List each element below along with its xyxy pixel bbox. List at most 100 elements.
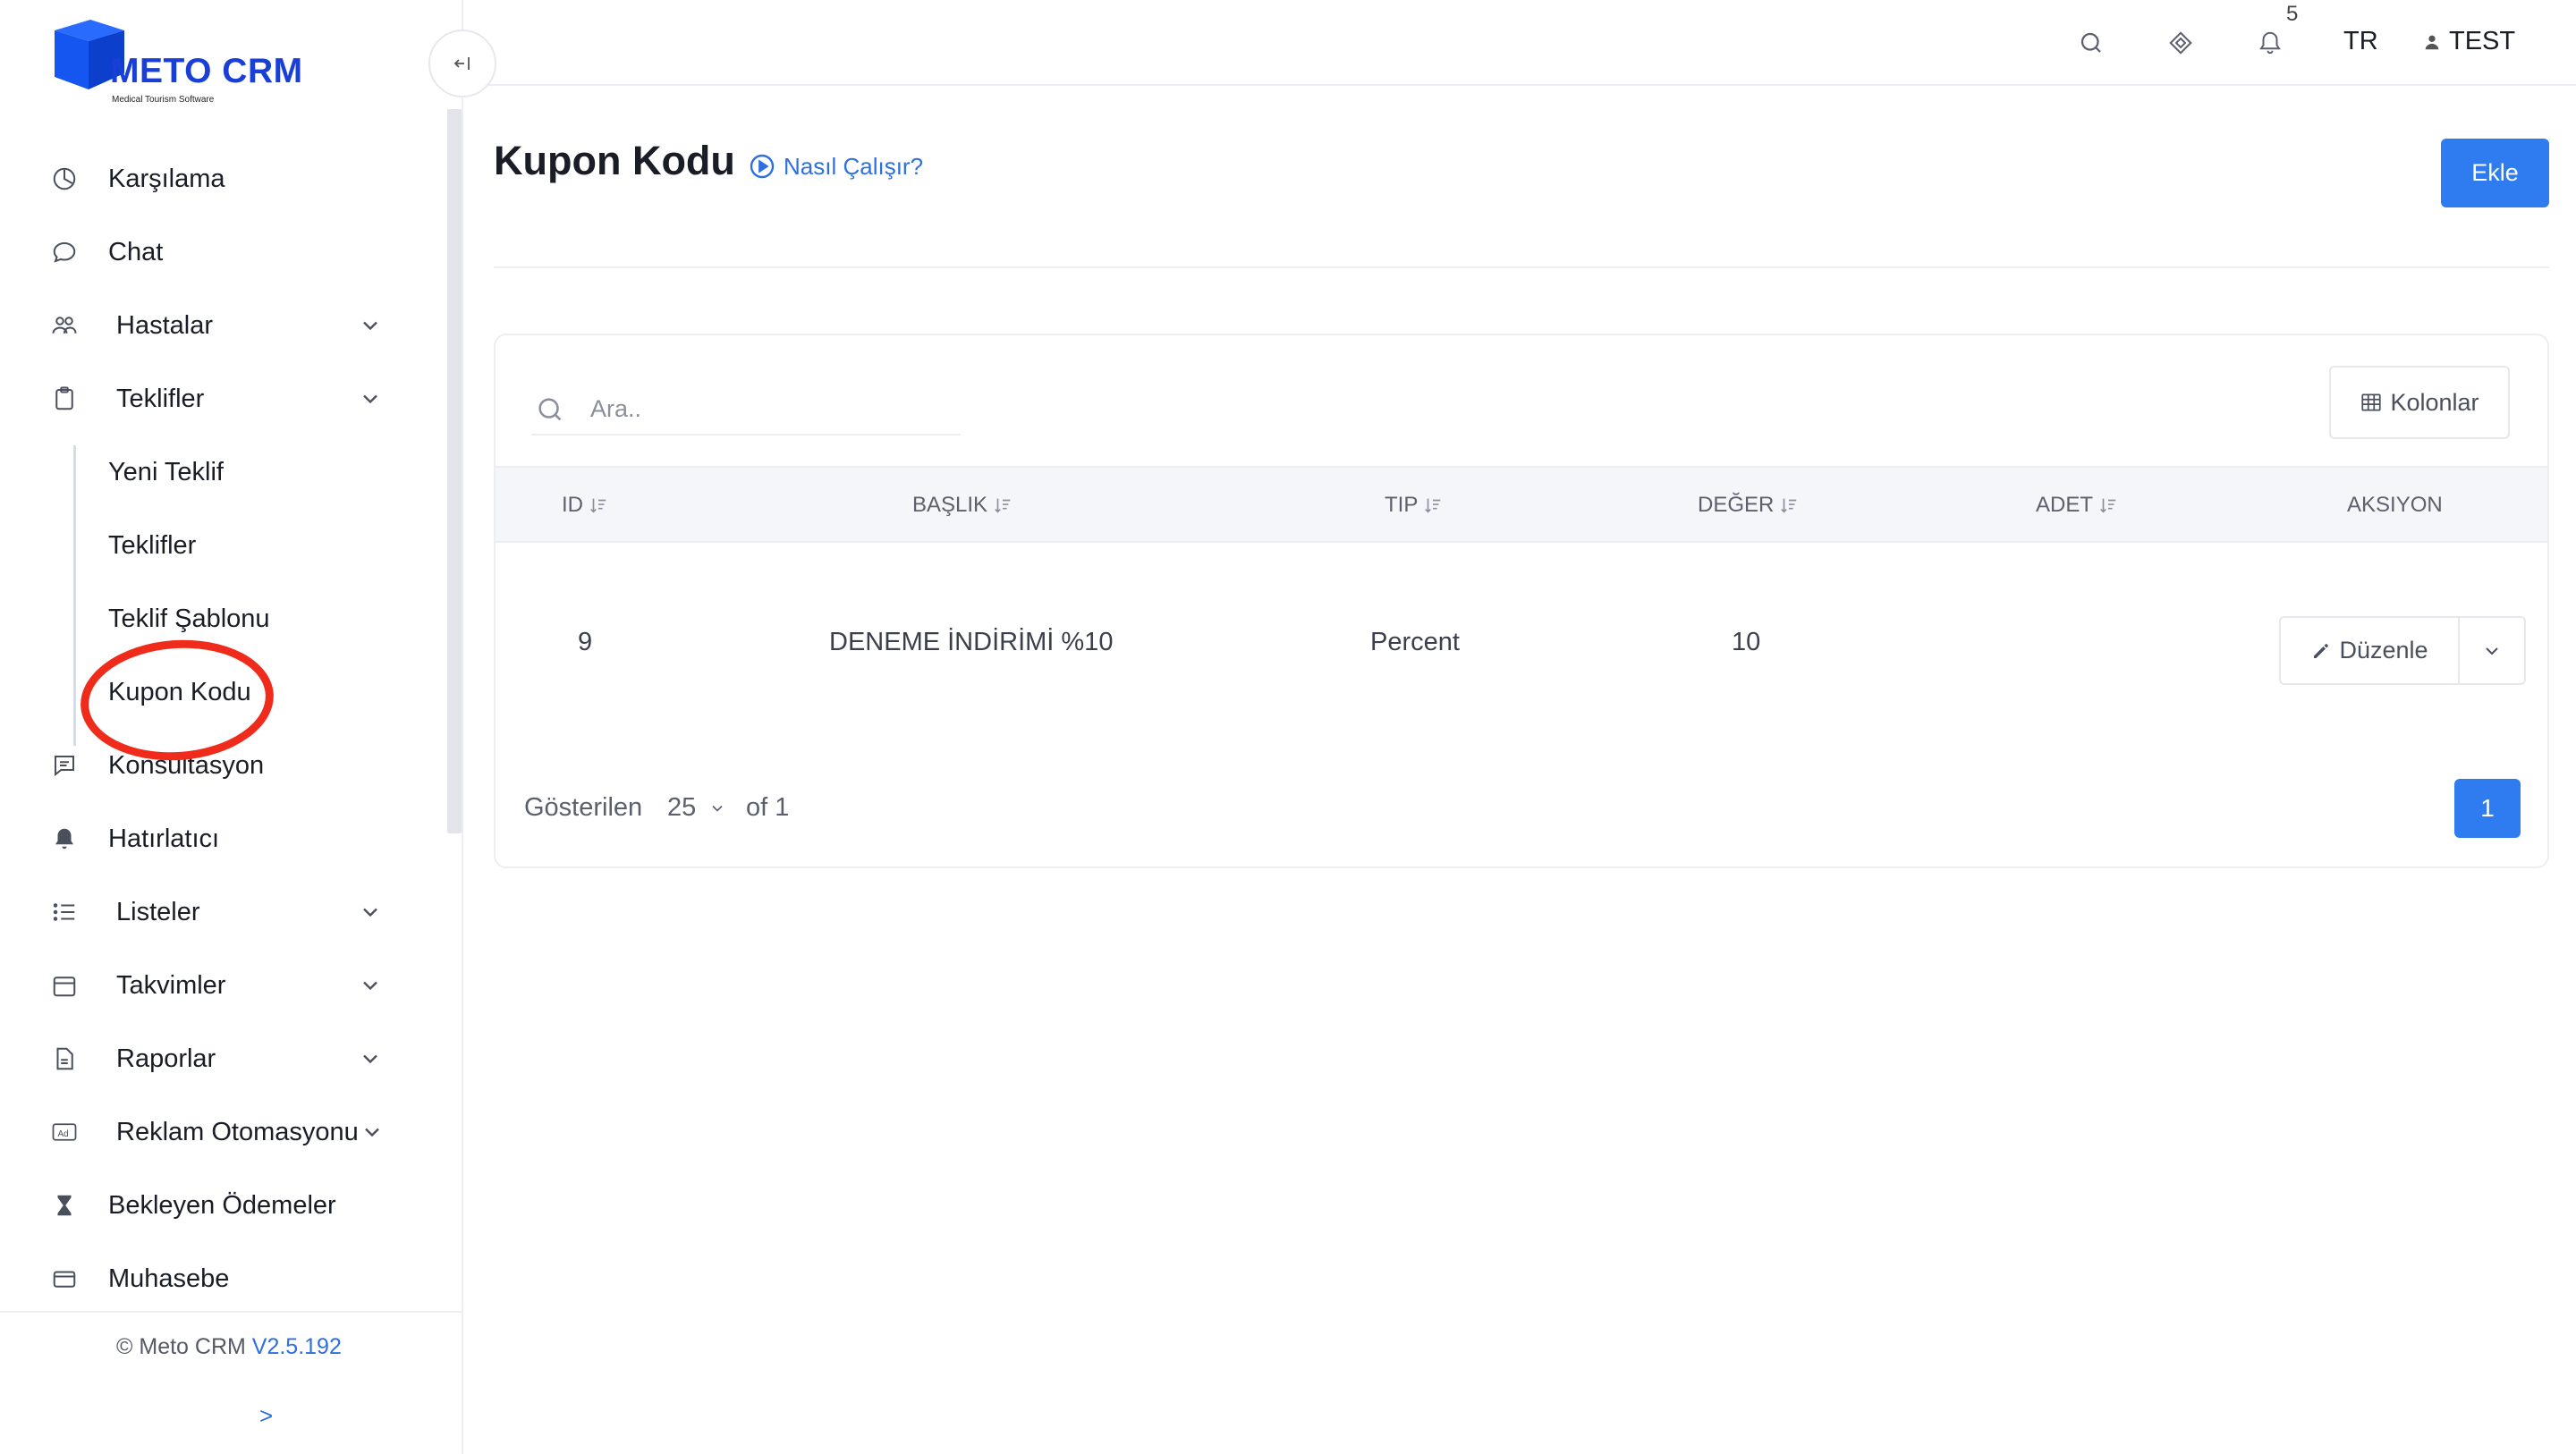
search-input[interactable] xyxy=(590,391,948,427)
sidebar-subitem-teklif-sablonu[interactable]: Teklif Şablonu xyxy=(0,590,429,647)
user-icon xyxy=(2425,35,2439,49)
sidebar-item-bekleyen-odemeler[interactable]: Bekleyen Ödemeler xyxy=(0,1177,429,1234)
bell-icon xyxy=(50,824,79,853)
column-header-aksiyon: AKSIYON xyxy=(2347,493,2443,518)
sidebar-item-label: Yeni Teklif xyxy=(108,457,224,486)
sort-icon xyxy=(2100,498,2116,513)
column-header-id[interactable]: ID xyxy=(562,493,608,518)
sidebar-footer: © Meto CRM V2.5.192 > xyxy=(0,1311,463,1454)
sort-icon xyxy=(590,498,606,513)
edit-button[interactable]: Düzenle xyxy=(2281,618,2460,683)
list-icon xyxy=(50,898,79,926)
table-header: ID BAŞLIK TIP DEĞER ADET AKSIYON xyxy=(496,466,2547,543)
sort-icon xyxy=(995,498,1011,513)
brand-tagline: Medical Tourism Software xyxy=(112,95,215,105)
column-header-label: ID xyxy=(562,493,583,517)
chevron-down-icon xyxy=(363,981,377,991)
dashboard-icon xyxy=(50,165,79,193)
submenu-guide-line xyxy=(73,445,76,746)
chevron-down-icon xyxy=(712,805,723,812)
user-name: TEST xyxy=(2449,27,2516,55)
sidebar-item-label: Teklifler xyxy=(116,384,205,413)
table-row[interactable]: 9 DENEME İNDİRİMİ %10 Percent 10 Düzenle xyxy=(496,543,2547,748)
column-header-label: BAŞLIK xyxy=(912,493,988,517)
sidebar-item-label: Kupon Kodu xyxy=(108,677,251,706)
sidebar-item-reklam-otomasyonu[interactable]: Ad Reklam Otomasyonu xyxy=(0,1103,429,1161)
sidebar-item-karsilama[interactable]: Karşılama xyxy=(0,150,429,207)
sidebar-item-konsultasyon[interactable]: Konsultasyon xyxy=(0,737,429,794)
columns-button-label: Kolonlar xyxy=(2390,388,2479,416)
sidebar-subitem-teklifler[interactable]: Teklifler xyxy=(0,517,429,574)
shown-label: Gösterilen xyxy=(524,793,643,822)
row-action-group: Düzenle xyxy=(2279,616,2526,685)
sidebar-item-teklifler[interactable]: Teklifler xyxy=(0,370,429,427)
page-size-value: 25 xyxy=(667,793,697,822)
sidebar-item-muhasebe[interactable]: Muhasebe xyxy=(0,1250,429,1307)
pagination-page-1[interactable]: 1 xyxy=(2454,779,2521,838)
cell-id: 9 xyxy=(578,628,593,656)
collapse-sidebar-button[interactable] xyxy=(428,30,496,97)
logo[interactable]: METO CRM Medical Tourism Software xyxy=(49,13,326,105)
sidebar-item-raporlar[interactable]: Raporlar xyxy=(0,1030,429,1087)
ad-icon: Ad xyxy=(50,1118,79,1146)
copyright-text: © Meto CRM xyxy=(116,1334,246,1359)
chevron-down-icon xyxy=(2486,647,2498,655)
language-switcher[interactable]: TR xyxy=(2343,27,2378,56)
cell-type: Percent xyxy=(1370,628,1460,656)
pencil-icon xyxy=(2314,643,2329,658)
chevron-down-icon xyxy=(363,394,377,404)
collapse-left-icon xyxy=(453,57,470,70)
sidebar-item-hatirlatici[interactable]: Hatırlatıcı xyxy=(0,810,429,867)
column-header-tip[interactable]: TIP xyxy=(1385,493,1443,518)
sidebar-item-listeler[interactable]: Listeler xyxy=(0,883,429,941)
sidebar-item-label: Karşılama xyxy=(108,164,225,193)
sidebar-item-chat[interactable]: Chat xyxy=(0,224,429,281)
sidebar-item-label: Reklam Otomasyonu xyxy=(116,1117,359,1146)
users-icon xyxy=(50,311,79,340)
calendar-icon xyxy=(50,971,79,1000)
chevron-down-icon xyxy=(363,321,377,331)
chevron-down-icon xyxy=(365,1128,379,1137)
sidebar-item-label: Takvimler xyxy=(116,970,226,1000)
sidebar-item-label: Raporlar xyxy=(116,1044,216,1073)
notification-count-badge: 5 xyxy=(2286,2,2299,26)
expand-sidebar-button[interactable]: > xyxy=(259,1402,273,1430)
sidebar-item-label: Hatırlatıcı xyxy=(108,824,220,853)
columns-button[interactable]: Kolonlar xyxy=(2329,366,2510,439)
edit-button-label: Düzenle xyxy=(2339,637,2428,664)
sidebar-item-label: Bekleyen Ödemeler xyxy=(108,1190,336,1220)
column-header-label: DEĞER xyxy=(1698,493,1775,517)
sidebar-subitem-kupon-kodu[interactable]: Kupon Kodu xyxy=(0,664,429,721)
sidebar-item-hastalar[interactable]: Hastalar xyxy=(0,297,429,354)
sidebar: METO CRM Medical Tourism Software Karşıl… xyxy=(0,0,463,1454)
column-header-deger[interactable]: DEĞER xyxy=(1698,493,1799,518)
sidebar-item-takvimler[interactable]: Takvimler xyxy=(0,957,429,1014)
notification-bell-icon[interactable] xyxy=(2252,25,2288,61)
search-icon[interactable] xyxy=(2073,25,2109,61)
page-title: Kupon Kodu xyxy=(494,138,735,183)
message-square-icon xyxy=(50,751,79,780)
apps-diamond-icon[interactable] xyxy=(2163,25,2199,61)
add-button[interactable]: Ekle xyxy=(2441,139,2549,207)
column-header-baslik[interactable]: BAŞLIK xyxy=(912,493,1013,518)
play-circle-icon xyxy=(750,154,775,179)
how-it-works-link[interactable]: Nasıl Çalışır? xyxy=(748,152,923,181)
header-divider xyxy=(494,266,2549,268)
brand-name: METO CRM xyxy=(110,52,303,90)
sort-icon xyxy=(1425,498,1441,513)
copyright: © Meto CRM V2.5.192 xyxy=(116,1334,342,1360)
hourglass-icon xyxy=(50,1191,79,1220)
sidebar-item-label: Chat xyxy=(108,237,164,266)
user-menu[interactable]: TEST xyxy=(2422,27,2515,56)
page-size-select[interactable]: 25 xyxy=(667,793,726,823)
sidebar-scrollbar[interactable] xyxy=(447,109,462,833)
chat-icon xyxy=(50,238,79,266)
page-total-label: of 1 xyxy=(746,793,790,822)
cell-value: 10 xyxy=(1732,628,1761,656)
sidebar-subitem-yeni-teklif[interactable]: Yeni Teklif xyxy=(0,444,429,501)
search-icon xyxy=(538,398,562,421)
column-header-adet[interactable]: ADET xyxy=(2036,493,2118,518)
row-actions-dropdown[interactable] xyxy=(2460,618,2524,683)
table-footer: Gösterilen 25 of 1 1 xyxy=(496,779,2547,841)
version-link[interactable]: V2.5.192 xyxy=(252,1334,342,1359)
